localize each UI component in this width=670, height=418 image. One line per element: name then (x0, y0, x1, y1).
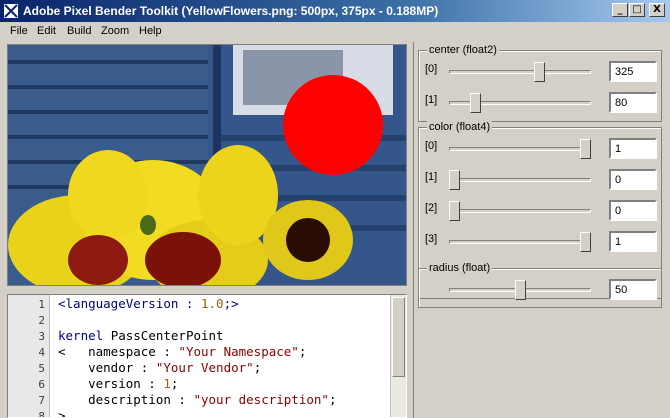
radius-value-field[interactable]: 50 (609, 279, 657, 300)
flower-photo (8, 45, 406, 285)
scrollbar-thumb[interactable] (392, 297, 405, 377)
code-token: "Your Namespace" (178, 344, 299, 359)
menu-zoom[interactable]: Zoom (101, 25, 129, 37)
code-line[interactable]: < namespace : "Your Namespace"; (58, 344, 306, 359)
editor-scrollbar[interactable] (390, 295, 406, 417)
radius-slider-thumb[interactable] (514, 280, 526, 300)
code-line[interactable]: kernel PassCenterPoint (58, 328, 224, 343)
center-component-label: [1] (425, 94, 438, 106)
app-icon (3, 3, 19, 19)
close-button[interactable]: X (649, 3, 665, 17)
code-line[interactable]: description : "your description"; (58, 392, 336, 407)
line-number: 3 (38, 330, 45, 343)
color-slider-thumb[interactable] (449, 170, 460, 190)
line-number-gutter: 1 2 3 4 5 6 7 8 (8, 295, 50, 418)
center-group: center (float2) [0] 325 [1] 80 (418, 44, 662, 122)
code-token: > (58, 408, 66, 418)
color-slider-track[interactable] (449, 178, 591, 182)
center-point-circle (283, 75, 383, 175)
line-number: 2 (38, 314, 45, 327)
minimize-button[interactable]: _ (612, 3, 628, 17)
window-title: Adobe Pixel Bender Toolkit (YellowFlower… (23, 4, 439, 18)
center-component-label: [0] (425, 63, 438, 75)
color-value-field[interactable]: 0 (609, 169, 657, 190)
title-bar: Adobe Pixel Bender Toolkit (YellowFlower… (0, 0, 670, 22)
color-slider-track[interactable] (449, 240, 591, 244)
code-token: ; (298, 344, 307, 359)
radius-group-title: radius (float) (427, 262, 493, 274)
center-group-title: center (float2) (427, 44, 499, 56)
radius-group: radius (float) 50 (418, 262, 662, 308)
code-token: ; (170, 376, 179, 391)
image-viewer[interactable] (7, 44, 407, 286)
code-line[interactable]: vendor : "Your Vendor"; (58, 360, 261, 375)
center-slider-thumb[interactable] (469, 93, 481, 113)
code-line[interactable]: > (58, 408, 66, 418)
code-line[interactable]: <languageVersion : 1.0;> (58, 296, 239, 311)
code-token: vendor : (58, 360, 156, 375)
color-component-label: [2] (425, 202, 438, 214)
color-slider-thumb[interactable] (580, 232, 591, 252)
line-number: 8 (38, 410, 45, 418)
menu-help[interactable]: Help (139, 25, 162, 37)
code-token: < namespace : (58, 344, 179, 359)
color-value-field[interactable]: 1 (609, 231, 657, 252)
color-component-label: [3] (425, 233, 438, 245)
color-slider-track[interactable] (449, 209, 591, 213)
menu-file[interactable]: File (10, 25, 28, 37)
line-number: 6 (38, 378, 45, 391)
color-slider-track[interactable] (449, 147, 591, 151)
code-token: ;> (223, 296, 239, 311)
color-value-field[interactable]: 0 (609, 200, 657, 221)
code-editor[interactable]: 12345678 <languageVersion : 1.0;> kernel … (7, 294, 407, 418)
code-token: 1.0 (201, 296, 224, 311)
code-token: version : (58, 376, 164, 391)
code-token: ; (253, 360, 262, 375)
line-number: 1 (38, 298, 45, 311)
line-number: 7 (38, 394, 45, 407)
line-number: 5 (38, 362, 45, 375)
color-component-label: [0] (425, 140, 438, 152)
code-token: description : (58, 392, 194, 407)
code-token: kernel (58, 328, 111, 343)
color-group-title: color (float4) (427, 121, 493, 133)
center-value-field[interactable]: 80 (609, 92, 657, 113)
menu-edit[interactable]: Edit (37, 25, 56, 37)
menu-bar: File Edit Build Zoom Help (0, 22, 670, 42)
menu-build[interactable]: Build (67, 25, 91, 37)
code-line[interactable]: version : 1; (58, 376, 178, 391)
line-number: 4 (38, 346, 45, 359)
color-slider-thumb[interactable] (580, 139, 591, 159)
center-slider-track[interactable] (449, 70, 591, 74)
code-token: <languageVersion : (58, 296, 201, 311)
maximize-button[interactable]: □ (629, 3, 645, 17)
code-token: 1 (163, 376, 171, 391)
code-token: "your description" (193, 392, 329, 407)
code-token: PassCenterPoint (110, 328, 224, 343)
color-slider-thumb[interactable] (449, 201, 460, 221)
code-token: "Your Vendor" (155, 360, 254, 375)
code-token: ; (328, 392, 337, 407)
color-component-label: [1] (425, 171, 438, 183)
center-slider-thumb[interactable] (534, 62, 546, 82)
center-value-field[interactable]: 325 (609, 61, 657, 82)
color-value-field[interactable]: 1 (609, 138, 657, 159)
parameter-panel: center (float2) [0] 325 [1] 80 color (float… (413, 42, 670, 418)
